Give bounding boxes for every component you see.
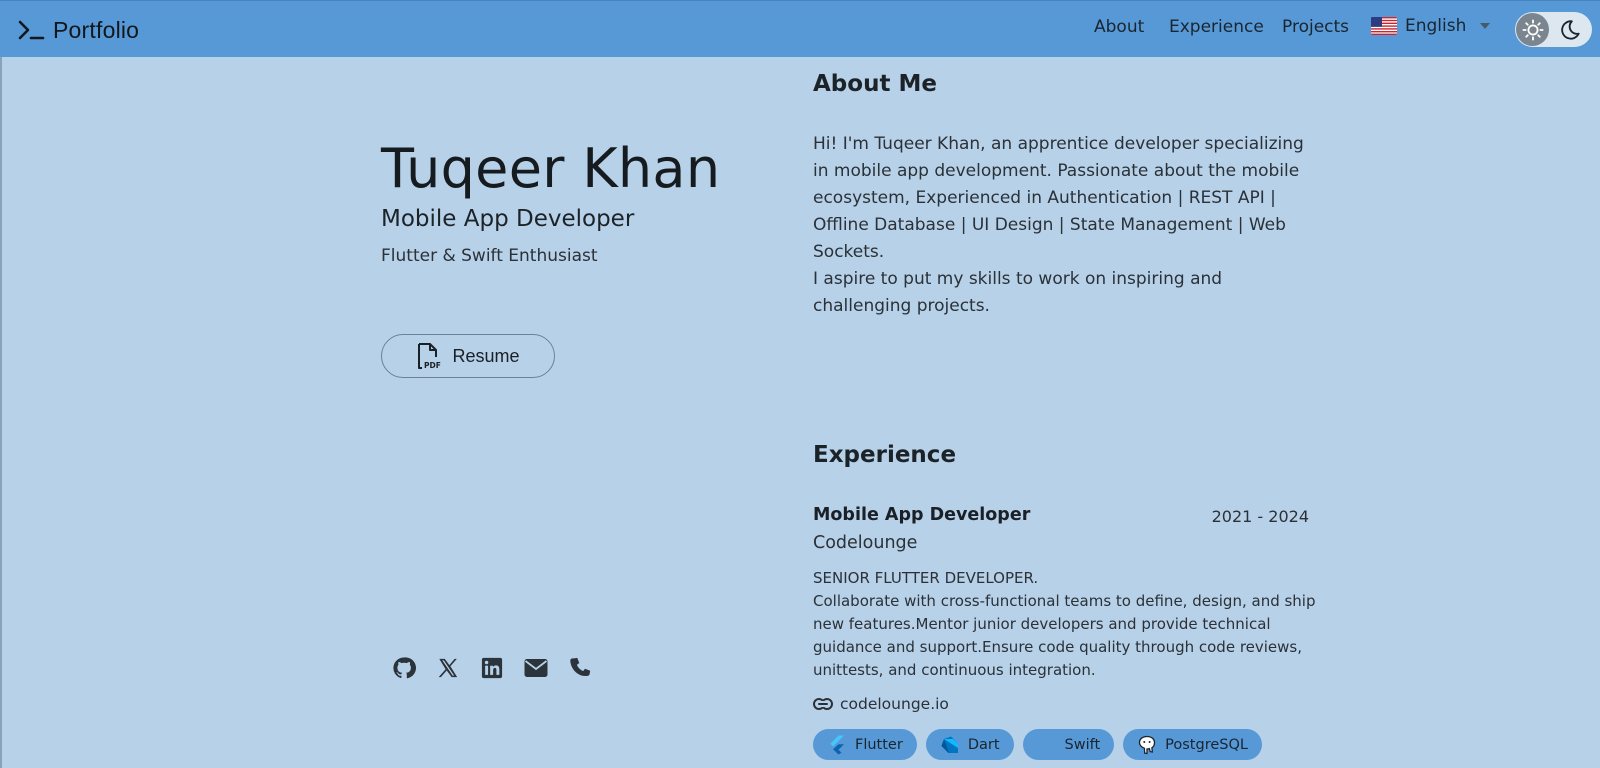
company-link[interactable]: codelounge.io xyxy=(813,695,949,713)
about-line: Hi! I'm Tuqeer Khan, an apprentice devel… xyxy=(813,134,1304,154)
theme-toggle[interactable] xyxy=(1515,12,1592,47)
terminal-icon xyxy=(18,20,45,40)
about-line: in mobile app development. Passionate ab… xyxy=(813,161,1300,181)
brand-title: Portfolio xyxy=(53,16,140,43)
chevron-down-icon xyxy=(1480,23,1491,29)
language-label: English xyxy=(1405,16,1467,36)
email-icon[interactable] xyxy=(523,655,549,681)
postgresql-icon xyxy=(1137,735,1157,755)
chip-flutter: Flutter xyxy=(813,729,917,760)
resume-button[interactable]: PDF Resume xyxy=(381,334,555,378)
x-icon[interactable] xyxy=(435,655,461,681)
profile-role: Mobile App Developer xyxy=(381,206,635,232)
nav-link-projects[interactable]: Projects xyxy=(1282,17,1349,37)
swift-icon xyxy=(1037,735,1057,755)
job-description: SENIOR FLUTTER DEVELOPER. Collaborate wi… xyxy=(813,567,1316,682)
pdf-file-icon: PDF xyxy=(418,343,441,370)
job-description-line: guidance and support.Ensure code quality… xyxy=(813,638,1303,656)
phone-icon[interactable] xyxy=(567,655,593,681)
job-company: Codelounge xyxy=(813,533,918,553)
link-icon xyxy=(813,698,833,710)
job-description-line: SENIOR FLUTTER DEVELOPER. xyxy=(813,569,1039,587)
navbar: Portfolio About Experience Projects Engl… xyxy=(0,0,1600,57)
job-description-line: new features.Mentor junior developers an… xyxy=(813,615,1271,633)
github-icon[interactable] xyxy=(391,655,417,681)
language-select[interactable]: English xyxy=(1371,16,1491,36)
about-heading: About Me xyxy=(813,71,937,97)
us-flag-icon xyxy=(1371,17,1397,35)
dart-icon xyxy=(940,735,960,755)
chip-dart: Dart xyxy=(925,729,1014,760)
chip-label: Dart xyxy=(967,736,1000,753)
about-line: challenging projects. xyxy=(813,296,990,316)
profile-name: Tuqeer Khan xyxy=(381,137,721,200)
window-edge xyxy=(0,0,2,768)
about-text: Hi! I'm Tuqeer Khan, an apprentice devel… xyxy=(813,131,1315,320)
job-description-line: Collaborate with cross-functional teams … xyxy=(813,592,1316,610)
svg-text:PDF: PDF xyxy=(424,361,441,370)
nav-link-experience[interactable]: Experience xyxy=(1169,17,1264,37)
job-title: Mobile App Developer xyxy=(813,505,1031,525)
resume-label: Resume xyxy=(452,345,520,366)
tech-chips: Flutter Dart Swift PostgreSQL xyxy=(813,729,1271,760)
nav-link-about[interactable]: About xyxy=(1094,17,1144,37)
linkedin-icon[interactable] xyxy=(479,655,505,681)
chip-label: PostgreSQL xyxy=(1165,736,1248,753)
job-dates: 2021 - 2024 xyxy=(1211,507,1309,526)
chip-postgresql: PostgreSQL xyxy=(1123,729,1262,760)
sun-icon[interactable] xyxy=(1516,13,1549,46)
about-line: Sockets. xyxy=(813,242,885,262)
profile-tagline: Flutter & Swift Enthusiast xyxy=(381,246,598,266)
chip-swift: Swift xyxy=(1022,729,1115,760)
chip-label: Flutter xyxy=(855,736,903,753)
experience-heading: Experience xyxy=(813,442,957,468)
flutter-icon xyxy=(827,735,847,755)
about-line: ecosystem, Experienced in Authentication… xyxy=(813,188,1276,208)
brand[interactable]: Portfolio xyxy=(17,15,139,45)
company-link-label: codelounge.io xyxy=(840,695,949,713)
about-line: I aspire to put my skills to work on ins… xyxy=(813,269,1223,289)
job-description-line: unittests, and continuous integration. xyxy=(813,661,1096,679)
chip-label: Swift xyxy=(1064,736,1101,753)
social-links xyxy=(391,655,611,681)
moon-icon[interactable] xyxy=(1553,13,1586,46)
about-line: Offline Database | UI Design | State Man… xyxy=(813,215,1286,235)
